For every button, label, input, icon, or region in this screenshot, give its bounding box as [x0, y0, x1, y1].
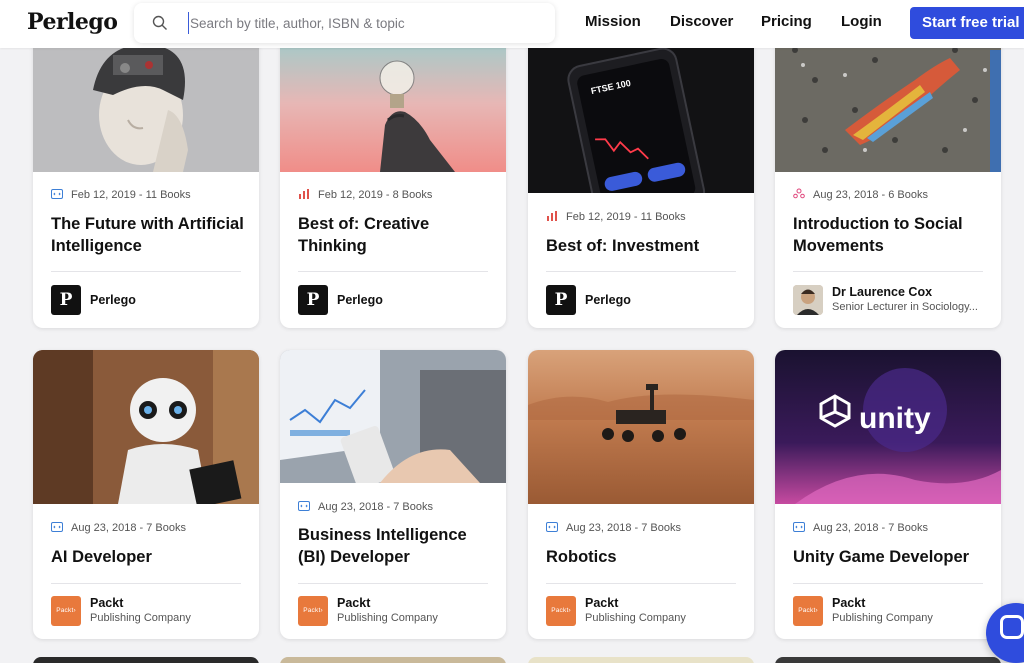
collection-card[interactable]: FTSE 100 Feb 12, 2019 - 11 Books Best of…: [528, 20, 754, 328]
collection-date: Aug 23, 2018 - 7 Books: [71, 522, 186, 534]
nav-mission[interactable]: Mission: [585, 13, 641, 30]
publisher-subtitle: Publishing Company: [337, 612, 438, 624]
packt-logo: Packt›: [51, 596, 81, 626]
publisher[interactable]: P Perlego: [51, 285, 246, 315]
packt-logo: Packt›: [298, 596, 328, 626]
next-card-peek: [280, 657, 506, 663]
next-card-peek: [528, 657, 754, 663]
collection-card[interactable]: Aug 23, 2018 - 6 Books Introduction to S…: [775, 20, 1001, 328]
chat-icon: [1000, 615, 1024, 639]
collection-title[interactable]: Best of: Creative Thinking: [298, 213, 498, 257]
collection-title[interactable]: The Future with Artificial Intelligence: [51, 213, 251, 257]
collection-meta: Aug 23, 2018 - 7 Books: [793, 521, 928, 537]
publisher-subtitle: Senior Lecturer in Sociology...: [832, 301, 978, 313]
card-divider: [51, 271, 241, 272]
publisher-subtitle: Publishing Company: [832, 612, 933, 624]
collection-card[interactable]: unity Aug 23, 2018 - 7 Books Unity Game …: [775, 350, 1001, 639]
collection-icon: [546, 522, 558, 532]
collection-meta: Aug 23, 2018 - 6 Books: [793, 188, 928, 204]
author-avatar: [793, 285, 823, 315]
collection-date: Feb 12, 2019 - 11 Books: [566, 211, 686, 223]
publisher-name: Perlego: [337, 293, 383, 307]
card-divider: [298, 583, 488, 584]
nav-login[interactable]: Login: [841, 13, 882, 30]
collection-meta: Feb 12, 2019 - 8 Books: [298, 188, 432, 204]
collection-date: Aug 23, 2018 - 7 Books: [566, 522, 681, 534]
card-divider: [546, 583, 736, 584]
collection-meta: Aug 23, 2018 - 7 Books: [546, 521, 681, 537]
perlego-badge: P: [51, 285, 81, 315]
pepper-robot-image: [33, 350, 259, 504]
packt-logo: Packt›: [793, 596, 823, 626]
publisher-subtitle: Publishing Company: [90, 612, 191, 624]
collection-icon: [51, 522, 63, 532]
search-bar[interactable]: [134, 3, 555, 43]
publisher[interactable]: Packt› Packt Publishing Company: [298, 596, 493, 626]
publisher-name: Packt: [337, 596, 371, 610]
publisher-name: Packt: [585, 596, 619, 610]
publisher-subtitle: Publishing Company: [585, 612, 686, 624]
collection-title[interactable]: AI Developer: [51, 546, 251, 568]
card-divider: [298, 271, 488, 272]
card-divider: [546, 271, 736, 272]
dashboard-laptop-image: [280, 350, 506, 483]
next-card-peek: [33, 657, 259, 663]
collection-date: Aug 23, 2018 - 7 Books: [813, 522, 928, 534]
perlego-badge: P: [298, 285, 328, 315]
collection-icon: [793, 522, 805, 532]
start-free-trial-button[interactable]: Start free trial: [910, 7, 1024, 39]
collection-title[interactable]: Unity Game Developer: [793, 546, 993, 568]
nav-pricing[interactable]: Pricing: [761, 13, 812, 30]
collection-title[interactable]: Best of: Investment: [546, 235, 746, 257]
publisher[interactable]: Packt› Packt Publishing Company: [546, 596, 741, 626]
publisher[interactable]: P Perlego: [298, 285, 493, 315]
collection-meta: Aug 23, 2018 - 7 Books: [51, 521, 186, 537]
publisher-name: Perlego: [90, 293, 136, 307]
next-card-peek: [775, 657, 1001, 663]
unity-logo-text: unity: [859, 402, 931, 435]
publisher[interactable]: Packt› Packt Publishing Company: [793, 596, 988, 626]
perlego-logo[interactable]: Perlego: [27, 9, 118, 35]
publisher-name: Perlego: [585, 293, 631, 307]
card-divider: [51, 583, 241, 584]
collection-card[interactable]: Aug 23, 2018 - 7 Books AI Developer Pack…: [33, 350, 259, 639]
mars-rover-image: [528, 350, 754, 504]
card-divider: [793, 583, 983, 584]
collection-meta: Feb 12, 2019 - 11 Books: [51, 188, 191, 204]
chart-icon: [299, 189, 309, 199]
unity-game-image: unity: [775, 350, 1001, 504]
collection-card[interactable]: Feb 12, 2019 - 11 Books The Future with …: [33, 20, 259, 328]
collection-date: Aug 23, 2018 - 6 Books: [813, 189, 928, 201]
collection-title[interactable]: Robotics: [546, 546, 746, 568]
collection-card[interactable]: Feb 12, 2019 - 8 Books Best of: Creative…: [280, 20, 506, 328]
collection-date: Feb 12, 2019 - 8 Books: [318, 189, 433, 201]
perlego-badge: P: [546, 285, 576, 315]
publisher-name: Packt: [90, 596, 124, 610]
publisher[interactable]: P Perlego: [546, 285, 741, 315]
collection-card[interactable]: Aug 23, 2018 - 7 Books Business Intellig…: [280, 350, 506, 639]
publisher[interactable]: Dr Laurence Cox Senior Lecturer in Socio…: [793, 285, 988, 315]
packt-logo: Packt›: [546, 596, 576, 626]
card-divider: [793, 271, 983, 272]
collection-meta: Aug 23, 2018 - 7 Books: [298, 500, 433, 516]
people-icon: [793, 188, 805, 199]
top-navbar: Perlego Mission Discover Pricing Login S…: [0, 0, 1024, 48]
collection-date: Feb 12, 2019 - 11 Books: [71, 189, 191, 201]
collection-title[interactable]: Introduction to Social Movements: [793, 213, 993, 257]
chart-icon: [547, 211, 557, 221]
collection-date: Aug 23, 2018 - 7 Books: [318, 501, 433, 513]
publisher-name: Packt: [832, 596, 866, 610]
collection-title[interactable]: Business Intelligence (BI) Developer: [298, 524, 498, 568]
collection-icon: [51, 189, 63, 199]
publisher[interactable]: Packt› Packt Publishing Company: [51, 596, 246, 626]
publisher-name: Dr Laurence Cox: [832, 285, 933, 299]
collection-card[interactable]: Aug 23, 2018 - 7 Books Robotics Packt› P…: [528, 350, 754, 639]
search-input[interactable]: [188, 12, 538, 34]
nav-discover[interactable]: Discover: [670, 13, 733, 30]
search-icon: [152, 15, 167, 30]
collection-meta: Feb 12, 2019 - 11 Books: [546, 210, 686, 226]
collection-icon: [298, 501, 310, 511]
